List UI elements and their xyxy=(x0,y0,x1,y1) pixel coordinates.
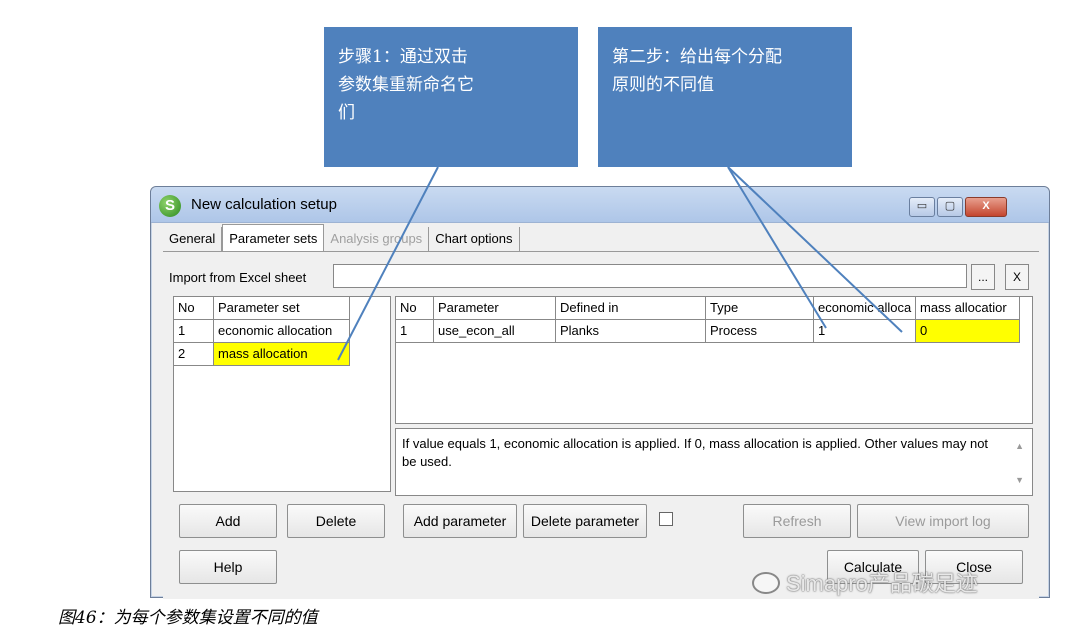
scroll-down-arrow-icon[interactable]: ▼ xyxy=(1015,471,1024,489)
figure-caption: 图46：为每个参数集设置不同的值 xyxy=(58,608,318,628)
cell-no: 2 xyxy=(174,343,214,366)
tab-analysis-groups[interactable]: Analysis groups xyxy=(324,227,430,251)
column-header-mass-allocation: mass allocatior xyxy=(916,297,1020,320)
parameter-set-table: No Parameter set 1 economic allocation 2… xyxy=(173,296,391,492)
table-row[interactable]: 2 mass allocation xyxy=(174,343,350,366)
column-header-parameter-set: Parameter set xyxy=(214,297,350,320)
table-header-row: No Parameter Defined in Type economic al… xyxy=(396,297,1020,320)
delete-parameter-button[interactable]: Delete parameter xyxy=(523,504,647,538)
title-bar[interactable]: S New calculation setup ▭ ▢ X xyxy=(151,187,1049,223)
minimize-button[interactable]: ▭ xyxy=(909,197,935,217)
browse-button[interactable]: ... xyxy=(971,264,995,290)
calculation-setup-window: S New calculation setup ▭ ▢ X General Pa… xyxy=(150,186,1050,599)
simapro-logo-icon: S xyxy=(159,195,181,217)
view-import-log-button[interactable]: View import log xyxy=(857,504,1029,538)
table-header-row: No Parameter set xyxy=(174,297,350,320)
refresh-button[interactable]: Refresh xyxy=(743,504,851,538)
table-row[interactable]: 1 use_econ_all Planks Process 1 0 xyxy=(396,320,1020,343)
callout-step2: 第二步：给出每个分配 原则的不同值 xyxy=(598,27,852,167)
cell-mass-allocation-value[interactable]: 0 xyxy=(916,320,1020,343)
tab-parameter-sets[interactable]: Parameter sets xyxy=(222,224,325,251)
cell-no: 1 xyxy=(396,320,434,343)
parameter-sets-panel: Import from Excel sheet ... X No Paramet… xyxy=(163,251,1039,599)
cell-no: 1 xyxy=(174,320,214,343)
cell-economic-allocation-value[interactable]: 1 xyxy=(814,320,916,343)
description-text: If value equals 1, economic allocation i… xyxy=(402,436,989,469)
parameter-description[interactable]: If value equals 1, economic allocation i… xyxy=(395,428,1033,496)
column-header-parameter: Parameter xyxy=(434,297,556,320)
wechat-logo-icon xyxy=(752,572,780,594)
add-parameter-set-button[interactable]: Add xyxy=(179,504,277,538)
tab-general[interactable]: General xyxy=(163,227,223,251)
cell-parameter[interactable]: use_econ_all xyxy=(434,320,556,343)
close-window-button[interactable]: X xyxy=(965,197,1007,217)
option-checkbox[interactable] xyxy=(659,512,673,526)
callout-step1: 步骤1：通过双击 参数集重新命名它 们 xyxy=(324,27,578,167)
parameter-table: No Parameter Defined in Type economic al… xyxy=(395,296,1033,424)
column-header-no: No xyxy=(396,297,434,320)
column-header-type: Type xyxy=(706,297,814,320)
column-header-economic-allocation: economic alloca xyxy=(814,297,916,320)
cell-type: Process xyxy=(706,320,814,343)
tab-chart-options[interactable]: Chart options xyxy=(429,227,520,251)
table-row[interactable]: 1 economic allocation xyxy=(174,320,350,343)
clear-import-button[interactable]: X xyxy=(1005,264,1029,290)
add-parameter-button[interactable]: Add parameter xyxy=(403,504,517,538)
import-excel-input[interactable] xyxy=(333,264,967,288)
watermark: Simapro产品碳足迹 xyxy=(752,566,1052,596)
tab-bar: General Parameter sets Analysis groups C… xyxy=(163,224,520,251)
window-title: New calculation setup xyxy=(191,196,337,213)
maximize-button[interactable]: ▢ xyxy=(937,197,963,217)
cell-parameter-set-selected[interactable]: mass allocation xyxy=(214,343,350,366)
import-label: Import from Excel sheet xyxy=(169,270,307,285)
help-button[interactable]: Help xyxy=(179,550,277,584)
cell-defined-in: Planks xyxy=(556,320,706,343)
scroll-up-arrow-icon[interactable]: ▲ xyxy=(1015,437,1024,455)
column-header-no: No xyxy=(174,297,214,320)
delete-parameter-set-button[interactable]: Delete xyxy=(287,504,385,538)
column-header-defined-in: Defined in xyxy=(556,297,706,320)
cell-parameter-set[interactable]: economic allocation xyxy=(214,320,350,343)
watermark-text: Simapro产品碳足迹 xyxy=(786,571,978,596)
